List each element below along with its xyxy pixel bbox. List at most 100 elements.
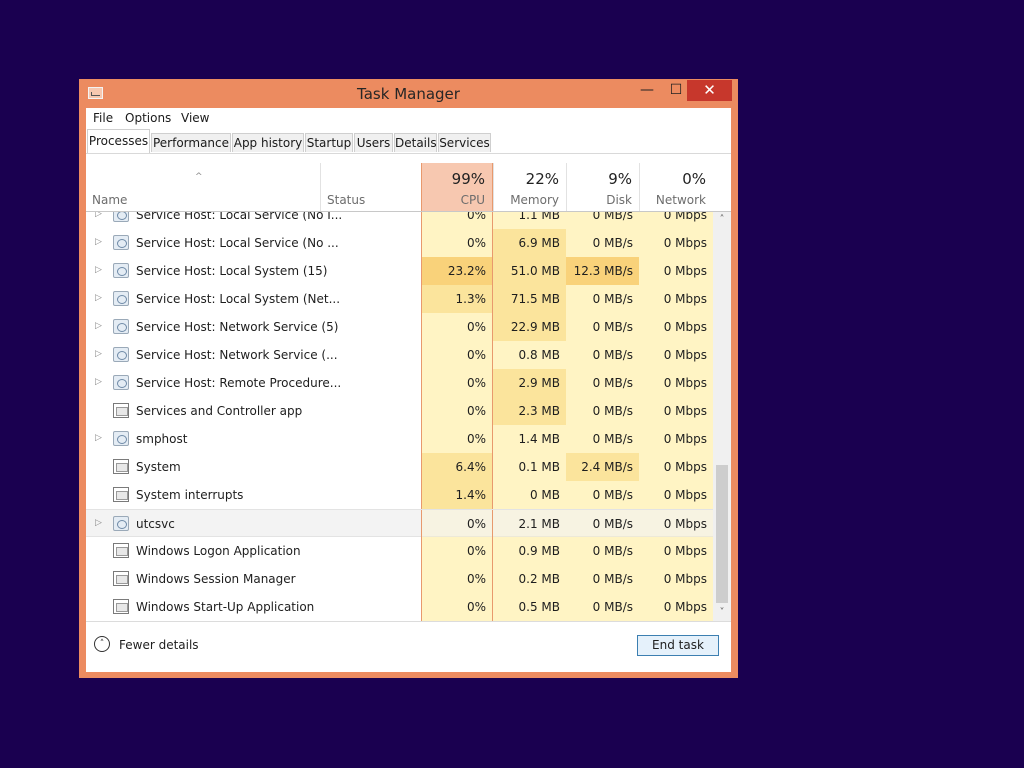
process-row[interactable]: Services and Controller app 0% 2.3 MB 0 MB/… (86, 397, 713, 425)
tab-services[interactable]: Services (438, 133, 491, 152)
cpu-cell: 0% (421, 229, 493, 257)
status-column-label: Status (327, 193, 366, 207)
process-name: Windows Logon Application (136, 544, 301, 558)
process-row[interactable]: ▷ smphost 0% 1.4 MB 0 MB/s 0 Mbps (86, 425, 713, 453)
menu-options[interactable]: Options (125, 111, 171, 125)
process-name: Windows Start-Up Application (136, 600, 315, 614)
vertical-scrollbar[interactable]: ˄ ˅ (713, 212, 731, 621)
scroll-down-arrow-icon[interactable]: ˅ (713, 605, 731, 621)
process-list[interactable]: ▷ Service Host: Local Service (No I... 0% 1… (86, 212, 713, 621)
menu-view[interactable]: View (181, 111, 209, 125)
scroll-up-arrow-icon[interactable]: ˄ (713, 212, 731, 228)
cpu-cell: 0% (421, 593, 493, 621)
tab-processes[interactable]: Processes (87, 129, 150, 153)
memory-cell: 0.1 MB (493, 453, 566, 481)
network-cell: 0 Mbps (639, 537, 713, 565)
cpu-cell: 0% (421, 212, 493, 229)
gear-icon (113, 347, 129, 362)
tab-users[interactable]: Users (354, 133, 393, 152)
process-name: Service Host: Remote Procedure... (136, 376, 342, 390)
gear-icon (113, 516, 129, 531)
process-name: Service Host: Network Service (5) (136, 320, 339, 334)
process-row[interactable]: Windows Start-Up Application 0% 0.5 MB 0 MB… (86, 593, 713, 621)
process-row[interactable]: ▷ Service Host: Local System (Net... 1.3% 7… (86, 285, 713, 313)
process-name: Service Host: Local System (Net... (136, 292, 341, 306)
app-window-icon (113, 543, 129, 558)
tab-startup[interactable]: Startup (305, 133, 353, 152)
column-header-network[interactable]: 0% Network (639, 163, 713, 211)
expand-arrow-icon[interactable]: ▷ (95, 377, 102, 387)
gear-icon (113, 235, 129, 250)
gear-icon (113, 263, 129, 278)
process-row[interactable]: Windows Logon Application 0% 0.9 MB 0 MB/s 0… (86, 537, 713, 565)
menu-file[interactable]: File (93, 111, 113, 125)
expand-arrow-icon[interactable]: ▷ (95, 212, 102, 219)
expand-arrow-icon[interactable]: ▷ (95, 293, 102, 303)
process-row[interactable]: ▷ Service Host: Local Service (No I... 0% 1… (86, 212, 713, 229)
cpu-cell: 0% (421, 425, 493, 453)
memory-cell: 0.9 MB (493, 537, 566, 565)
maximize-button[interactable]: ☐ (662, 80, 690, 101)
disk-cell: 0 MB/s (566, 341, 639, 369)
network-total-percent: 0% (682, 170, 706, 188)
process-row[interactable]: System 6.4% 0.1 MB 2.4 MB/s 0 Mbps (86, 453, 713, 481)
expand-arrow-icon[interactable]: ▷ (95, 518, 102, 528)
title-bar[interactable]: Task Manager — ☐ ✕ (79, 79, 738, 108)
memory-cell: 0 MB (493, 481, 566, 509)
disk-cell: 0 MB/s (566, 397, 639, 425)
network-cell: 0 Mbps (639, 481, 713, 509)
tab-app-history[interactable]: App history (232, 133, 304, 152)
app-window-icon (113, 403, 129, 418)
column-header-disk[interactable]: 9% Disk (566, 163, 639, 211)
process-row[interactable]: ▷ Service Host: Network Service (... 0% 0.8… (86, 341, 713, 369)
collapse-chevron-icon[interactable]: ˄ (94, 636, 110, 652)
expand-arrow-icon[interactable]: ▷ (95, 321, 102, 331)
process-name: smphost (136, 432, 188, 446)
scrollbar-thumb[interactable] (716, 465, 728, 603)
process-row[interactable]: ▷ utcsvc 0% 2.1 MB 0 MB/s 0 Mbps (86, 509, 713, 538)
network-cell: 0 Mbps (639, 510, 713, 538)
network-cell: 0 Mbps (639, 285, 713, 313)
column-header-memory[interactable]: 22% Memory (493, 163, 566, 211)
column-header-cpu[interactable]: 99% CPU (421, 163, 493, 211)
expand-arrow-icon[interactable]: ▷ (95, 237, 102, 247)
column-header-name[interactable]: ^ Name (86, 163, 320, 211)
cpu-cell: 0% (421, 369, 493, 397)
disk-cell: 0 MB/s (566, 369, 639, 397)
tab-details[interactable]: Details (394, 133, 437, 152)
expand-arrow-icon[interactable]: ▷ (95, 265, 102, 275)
gear-icon (113, 319, 129, 334)
memory-cell: 0.2 MB (493, 565, 566, 593)
process-name: Services and Controller app (136, 404, 303, 418)
client-area: File Options View Processes Performance … (86, 108, 731, 672)
process-row[interactable]: System interrupts 1.4% 0 MB 0 MB/s 0 Mbps (86, 481, 713, 509)
expand-arrow-icon[interactable]: ▷ (95, 433, 102, 443)
process-row[interactable]: ▷ Service Host: Remote Procedure... 0% 2.9 … (86, 369, 713, 397)
memory-cell: 1.1 MB (493, 212, 566, 229)
expand-arrow-icon[interactable]: ▷ (95, 349, 102, 359)
cpu-cell: 0% (421, 313, 493, 341)
process-name: Service Host: Network Service (... (136, 348, 338, 362)
memory-total-percent: 22% (525, 170, 559, 188)
app-window-icon (113, 571, 129, 586)
fewer-details-link[interactable]: Fewer details (119, 638, 199, 652)
process-row[interactable]: Windows Session Manager 0% 0.2 MB 0 MB/s 0 M… (86, 565, 713, 593)
cpu-cell: 0% (421, 537, 493, 565)
close-button[interactable]: ✕ (687, 80, 732, 101)
minimize-button[interactable]: — (632, 80, 662, 101)
column-header-status[interactable]: Status (320, 163, 421, 211)
process-row[interactable]: ▷ Service Host: Network Service (5) 0% 22.9… (86, 313, 713, 341)
tab-strip: Processes Performance App history Startu… (86, 129, 731, 154)
process-row[interactable]: ▷ Service Host: Local System (15) 23.2% 51.… (86, 257, 713, 285)
process-row[interactable]: ▷ Service Host: Local Service (No ... 0% 6.… (86, 229, 713, 257)
memory-column-label: Memory (510, 193, 559, 207)
process-name: Service Host: Local System (15) (136, 264, 328, 278)
process-name: Service Host: Local Service (No ... (136, 236, 339, 250)
tab-performance[interactable]: Performance (151, 133, 231, 152)
gear-icon (113, 212, 129, 222)
disk-cell: 0 MB/s (566, 593, 639, 621)
disk-cell: 0 MB/s (566, 565, 639, 593)
disk-cell: 2.4 MB/s (566, 453, 639, 481)
disk-cell: 0 MB/s (566, 313, 639, 341)
end-task-button[interactable]: End task (637, 635, 719, 656)
